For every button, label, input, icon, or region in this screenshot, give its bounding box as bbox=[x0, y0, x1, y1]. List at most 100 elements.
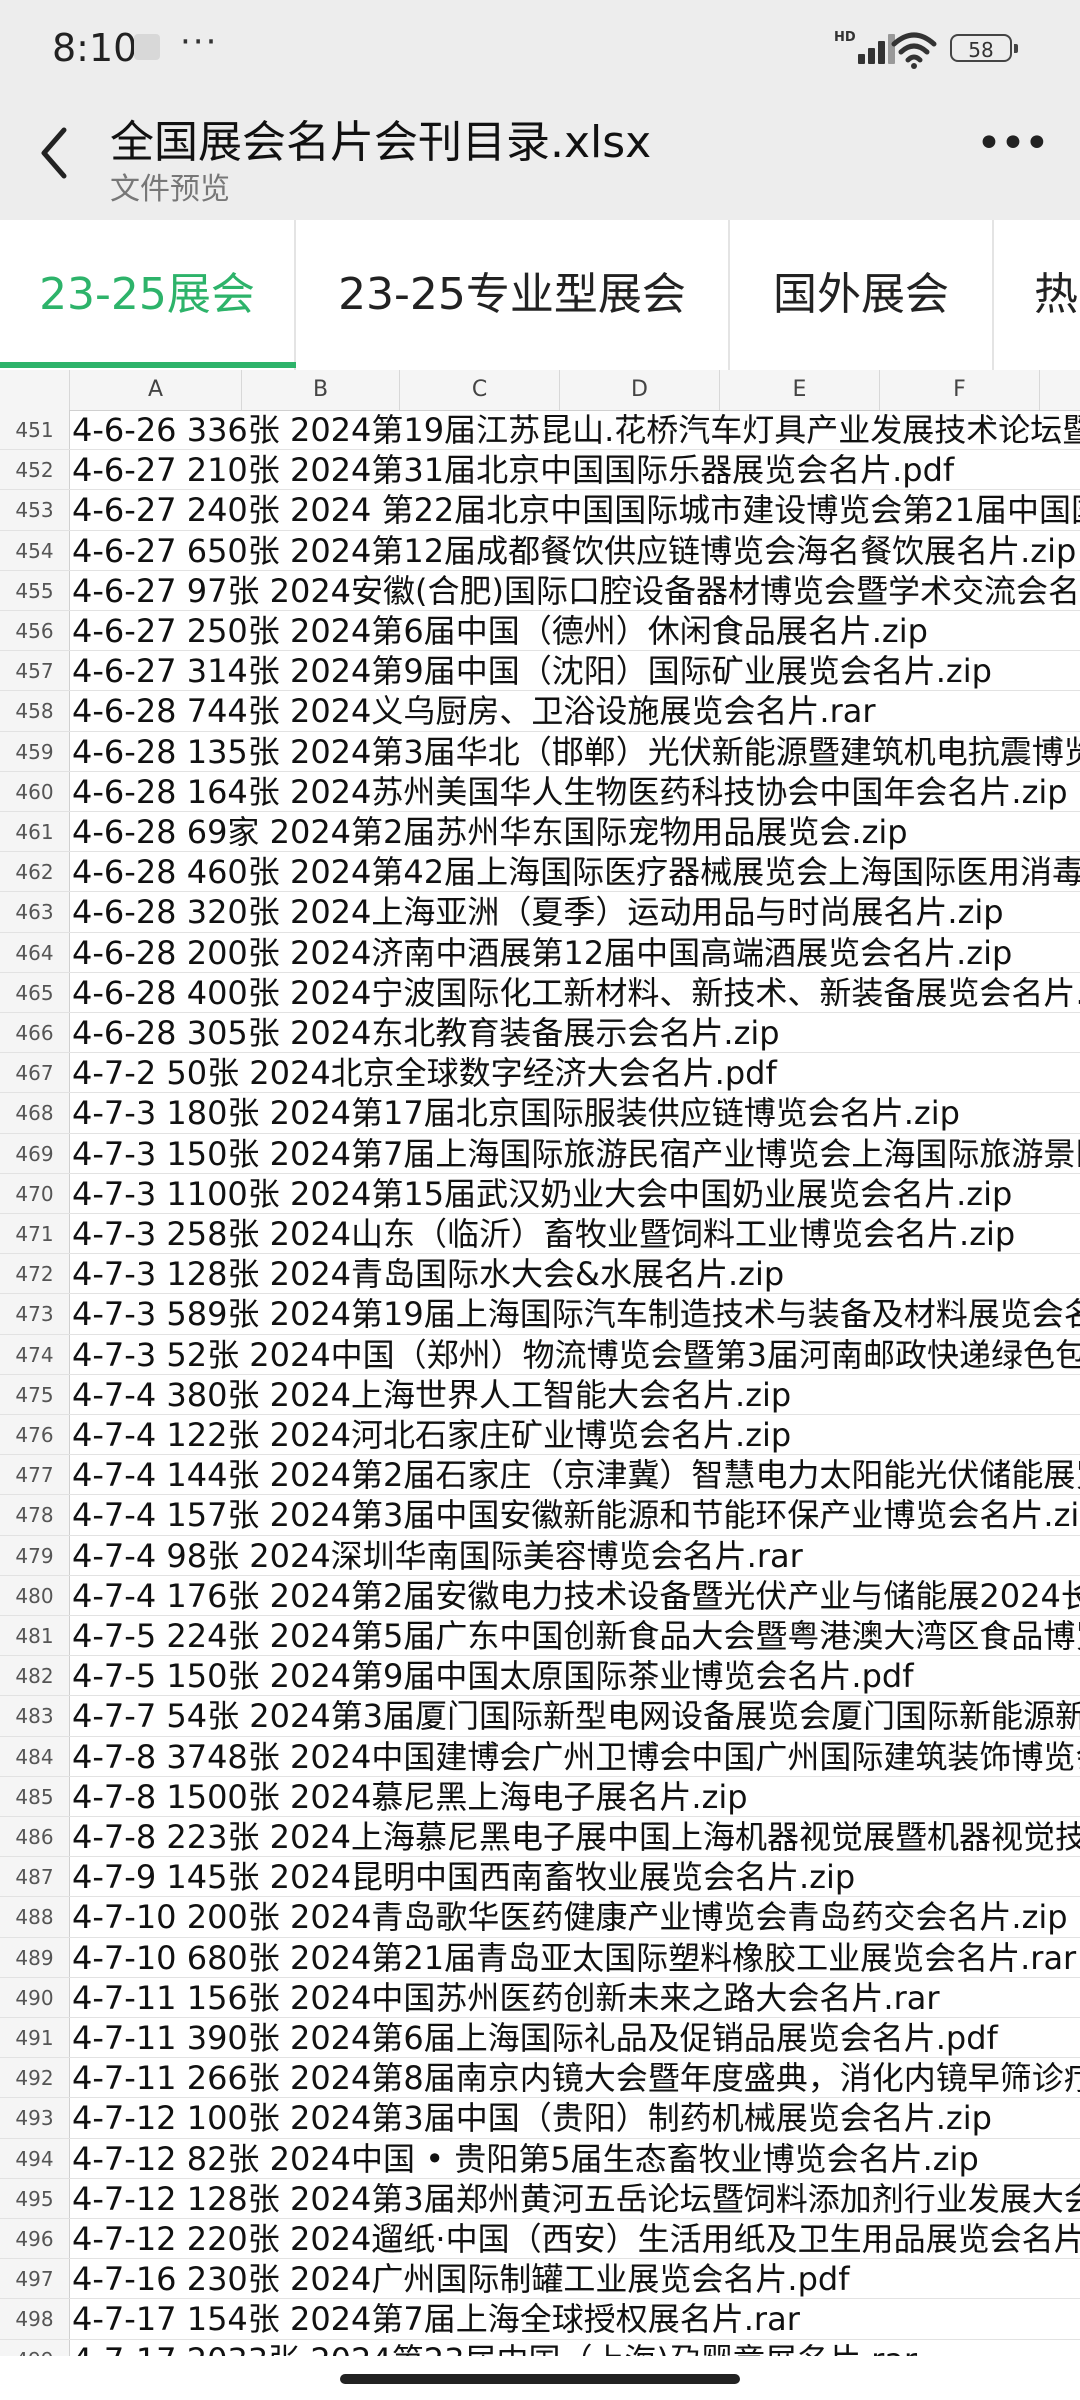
row-number[interactable]: 462 bbox=[0, 852, 70, 892]
row-number[interactable]: 463 bbox=[0, 892, 70, 932]
table-row[interactable]: 478 4-7-4 157张 2024第3届中国安徽新能源和节能环保产业博览会名片… bbox=[0, 1495, 1080, 1536]
row-number[interactable]: 480 bbox=[0, 1575, 70, 1615]
cell-a[interactable]: 4-6-28 69家 2024第2届苏州华东国际宠物用品展览会.zip bbox=[72, 812, 908, 851]
cell-a[interactable]: 4-7-12 100张 2024第3届中国（贵阳）制药机械展览会名片.zip bbox=[72, 2098, 992, 2137]
cell-a[interactable]: 4-7-5 224张 2024第5届广东中国创新食品大会暨粤港澳大湾区食品博览 bbox=[72, 1616, 1080, 1655]
table-row[interactable]: 463 4-6-28 320张 2024上海亚洲（夏季）运动用品与时尚展名片.zi… bbox=[0, 892, 1080, 933]
table-row[interactable]: 498 4-7-17 154张 2024第7届上海全球授权展名片.rar bbox=[0, 2299, 1080, 2340]
row-number[interactable]: 486 bbox=[0, 1817, 70, 1857]
table-row[interactable]: 476 4-7-4 122张 2024河北石家庄矿业博览会名片.zip bbox=[0, 1415, 1080, 1456]
table-row[interactable]: 473 4-7-3 589张 2024第19届上海国际汽车制造技术与装备及材料展览… bbox=[0, 1294, 1080, 1335]
row-number[interactable]: 479 bbox=[0, 1535, 70, 1575]
table-row[interactable]: 492 4-7-11 266张 2024第8届南京内镜大会暨年度盛典，消化内镜早筛… bbox=[0, 2058, 1080, 2099]
table-row[interactable]: 456 4-6-27 250张 2024第6届中国（德州）休闲食品展名片.zip bbox=[0, 611, 1080, 652]
cell-a[interactable]: 4-6-26 336张 2024第19届江苏昆山.花桥汽车灯具产业发展技术论坛暨 bbox=[72, 410, 1080, 449]
row-number[interactable]: 488 bbox=[0, 1897, 70, 1937]
row-number[interactable]: 464 bbox=[0, 932, 70, 972]
table-row[interactable]: 4994-7-17 2033张 2024第23届中国（上海)孕婴童展名片.rar bbox=[0, 2339, 1080, 2356]
row-number[interactable]: 461 bbox=[0, 812, 70, 852]
table-row[interactable]: 461 4-6-28 69家 2024第2届苏州华东国际宠物用品展览会.zip bbox=[0, 812, 1080, 853]
row-number[interactable]: 497 bbox=[0, 2259, 70, 2299]
row-number[interactable]: 460 bbox=[0, 771, 70, 811]
table-row[interactable]: 464 4-6-28 200张 2024济南中酒展第12届中国高端酒展览会名片.z… bbox=[0, 932, 1080, 973]
cell-a[interactable]: 4-6-28 305张 2024东北教育装备展示会名片.zip bbox=[72, 1013, 780, 1052]
cell-a[interactable]: 4-7-4 122张 2024河北石家庄矿业博览会名片.zip bbox=[72, 1415, 791, 1454]
table-row[interactable]: 481 4-7-5 224张 2024第5届广东中国创新食品大会暨粤港澳大湾区食品… bbox=[0, 1616, 1080, 1657]
cell-a[interactable]: 4-6-27 314张 2024第9届中国（沈阳）国际矿业展览会名片.zip bbox=[72, 651, 992, 690]
column-header-b[interactable]: B bbox=[242, 370, 400, 410]
row-number[interactable]: 466 bbox=[0, 1013, 70, 1053]
table-row[interactable]: 470 4-7-3 1100张 2024第15届武汉奶业大会中国奶业展览会名片.z… bbox=[0, 1173, 1080, 1214]
table-row[interactable]: 469 4-7-3 150张 2024第7届上海国际旅游民宿产业博览会上海国际旅游… bbox=[0, 1133, 1080, 1174]
cell-a[interactable]: 4-7-3 128张 2024青岛国际水大会&水展名片.zip bbox=[72, 1254, 784, 1293]
row-number[interactable]: 465 bbox=[0, 972, 70, 1012]
table-row[interactable]: 480 4-7-4 176张 2024第2届安徽电力技术设备暨光伏产业与储能展20… bbox=[0, 1575, 1080, 1616]
table-row[interactable]: 484 4-7-8 3748张 2024中国建博会广州卫博会中国广州国际建筑装饰博… bbox=[0, 1736, 1080, 1777]
row-number[interactable]: 483 bbox=[0, 1696, 70, 1736]
cell-a[interactable]: 4-7-17 2033张 2024第23届中国（上海)孕婴童展名片.rar bbox=[72, 2340, 917, 2356]
table-row[interactable]: 462 4-6-28 460张 2024第42届上海国际医疗器械展览会上海国际医用… bbox=[0, 852, 1080, 893]
table-row[interactable]: 487 4-7-9 145张 2024昆明中国西南畜牧业展览会名片.zip bbox=[0, 1857, 1080, 1898]
more-options-icon[interactable]: ••• bbox=[976, 122, 1050, 184]
cell-a[interactable]: 4-7-3 150张 2024第7届上海国际旅游民宿产业博览会上海国际旅游景区 bbox=[72, 1134, 1080, 1173]
row-number[interactable]: 485 bbox=[0, 1776, 70, 1816]
tab-23-25-exhibitions[interactable]: 23-25展会 bbox=[0, 220, 296, 370]
table-row[interactable]: 483 4-7-7 54张 2024第3届厦门国际新型电网设备展览会厦门国际新能源… bbox=[0, 1696, 1080, 1737]
cell-a[interactable]: 4-7-9 145张 2024昆明中国西南畜牧业展览会名片.zip bbox=[72, 1857, 855, 1896]
table-row[interactable]: 475 4-7-4 380张 2024上海世界人工智能大会名片.zip bbox=[0, 1374, 1080, 1415]
column-header-a[interactable]: A bbox=[70, 370, 242, 410]
row-number[interactable]: 456 bbox=[0, 611, 70, 651]
row-number[interactable]: 473 bbox=[0, 1294, 70, 1334]
column-header-d[interactable]: D bbox=[560, 370, 720, 410]
row-number[interactable]: 451 bbox=[0, 410, 70, 450]
table-row[interactable]: 497 4-7-16 230张 2024广州国际制罐工业展览会名片.pdf bbox=[0, 2259, 1080, 2300]
table-row[interactable]: 457 4-6-27 314张 2024第9届中国（沈阳）国际矿业展览会名片.zi… bbox=[0, 651, 1080, 692]
cell-a[interactable]: 4-6-28 460张 2024第42届上海国际医疗器械展览会上海国际医用消毒) bbox=[72, 852, 1080, 891]
tab-hot[interactable]: 热 bbox=[994, 220, 1080, 370]
cell-a[interactable]: 4-6-27 210张 2024第31届北京中国国际乐器展览会名片.pdf bbox=[72, 450, 954, 489]
table-row[interactable]: 488 4-7-10 200张 2024青岛歌华医药健康产业博览会青岛药交会名片.… bbox=[0, 1897, 1080, 1938]
cell-a[interactable]: 4-7-8 223张 2024上海慕尼黑电子展中国上海机器视觉展暨机器视觉技术 bbox=[72, 1817, 1080, 1856]
cell-a[interactable]: 4-6-28 164张 2024苏州美国华人生物医药科技协会中国年会名片.zip bbox=[72, 772, 1068, 811]
table-row[interactable]: 459 4-6-28 135张 2024第3届华北（邯郸）光伏新能源暨建筑机电抗震… bbox=[0, 731, 1080, 772]
table-row[interactable]: 452 4-6-27 210张 2024第31届北京中国国际乐器展览会名片.pdf bbox=[0, 450, 1080, 491]
row-number[interactable]: 498 bbox=[0, 2299, 70, 2339]
cell-a[interactable]: 4-7-4 98张 2024深圳华南国际美容博览会名片.rar bbox=[72, 1536, 803, 1575]
row-number[interactable]: 478 bbox=[0, 1495, 70, 1535]
cell-a[interactable]: 4-7-7 54张 2024第3届厦门国际新型电网设备展览会厦门国际新能源新机 bbox=[72, 1696, 1080, 1735]
cell-a[interactable]: 4-7-10 200张 2024青岛歌华医药健康产业博览会青岛药交会名片.zip bbox=[72, 1897, 1068, 1936]
row-number[interactable]: 467 bbox=[0, 1053, 70, 1093]
row-number[interactable]: 453 bbox=[0, 490, 70, 530]
row-number[interactable]: 495 bbox=[0, 2178, 70, 2218]
cell-a[interactable]: 4-6-27 97张 2024安徽(合肥)国际口腔设备器材博览会暨学术交流会名片 bbox=[72, 571, 1080, 610]
table-row[interactable]: 454 4-6-27 650张 2024第12届成都餐饮供应链博览会海名餐饮展名片… bbox=[0, 530, 1080, 571]
row-number[interactable]: 489 bbox=[0, 1937, 70, 1977]
row-number[interactable]: 493 bbox=[0, 2098, 70, 2138]
row-number[interactable]: 471 bbox=[0, 1214, 70, 1254]
cell-a[interactable]: 4-7-12 82张 2024中国 • 贵阳第5届生态畜牧业博览会名片.zip bbox=[72, 2139, 979, 2178]
column-header-f[interactable]: F bbox=[880, 370, 1040, 410]
row-number[interactable]: 452 bbox=[0, 450, 70, 490]
cell-a[interactable]: 4-7-3 589张 2024第19届上海国际汽车制造技术与装备及材料展览会名 bbox=[72, 1294, 1080, 1333]
cell-a[interactable]: 4-7-5 150张 2024第9届中国太原国际茶业博览会名片.pdf bbox=[72, 1656, 913, 1695]
row-number[interactable]: 490 bbox=[0, 1977, 70, 2017]
table-row[interactable]: 472 4-7-3 128张 2024青岛国际水大会&水展名片.zip bbox=[0, 1254, 1080, 1295]
cell-a[interactable]: 4-6-27 240张 2024 第22届北京中国国际城市建设博览会第21届中国… bbox=[72, 490, 1080, 529]
cell-a[interactable]: 4-7-3 1100张 2024第15届武汉奶业大会中国奶业展览会名片.zip bbox=[72, 1174, 1012, 1213]
cell-a[interactable]: 4-7-2 50张 2024北京全球数字经济大会名片.pdf bbox=[72, 1053, 777, 1092]
row-number[interactable]: 475 bbox=[0, 1374, 70, 1414]
tab-23-25-professional-exhibitions[interactable]: 23-25专业型展会 bbox=[296, 220, 730, 370]
row-number[interactable]: 474 bbox=[0, 1334, 70, 1374]
home-indicator[interactable] bbox=[340, 2374, 740, 2384]
table-row[interactable]: 489 4-7-10 680张 2024第21届青岛亚太国际塑料橡胶工业展览会名片… bbox=[0, 1937, 1080, 1978]
row-number[interactable]: 457 bbox=[0, 651, 70, 691]
row-number[interactable]: 472 bbox=[0, 1254, 70, 1294]
table-row[interactable]: 453 4-6-27 240张 2024 第22届北京中国国际城市建设博览会第21… bbox=[0, 490, 1080, 531]
cell-a[interactable]: 4-7-11 266张 2024第8届南京内镜大会暨年度盛典，消化内镜早筛诊疗学 bbox=[72, 2058, 1080, 2097]
cell-a[interactable]: 4-7-17 154张 2024第7届上海全球授权展名片.rar bbox=[72, 2299, 800, 2338]
table-row[interactable]: 494 4-7-12 82张 2024中国 • 贵阳第5届生态畜牧业博览会名片.z… bbox=[0, 2138, 1080, 2179]
row-number[interactable]: 476 bbox=[0, 1415, 70, 1455]
row-number[interactable]: 458 bbox=[0, 691, 70, 731]
table-row[interactable]: 486 4-7-8 223张 2024上海慕尼黑电子展中国上海机器视觉展暨机器视觉… bbox=[0, 1817, 1080, 1858]
back-icon[interactable] bbox=[30, 118, 80, 188]
